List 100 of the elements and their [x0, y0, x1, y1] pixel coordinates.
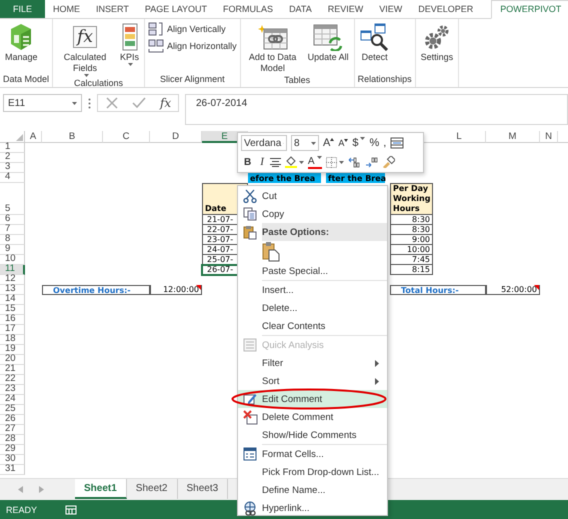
ribbon-tab[interactable]: FORMULAS	[215, 0, 282, 18]
row-header[interactable]: 22	[0, 375, 25, 385]
ribbon-tab[interactable]: HOME	[45, 0, 88, 18]
menu-item[interactable]: Insert...	[238, 281, 387, 299]
align-center-icon[interactable]	[270, 158, 281, 166]
row-header[interactable]: 26	[0, 415, 25, 425]
checkmark-icon[interactable]	[132, 97, 146, 109]
ribbon-tab[interactable]: INSERT	[88, 0, 137, 18]
row-header[interactable]: 18	[0, 335, 25, 345]
macro-record-icon[interactable]	[65, 504, 78, 515]
ribbon-tab[interactable]: POWERPIVOT	[491, 0, 568, 19]
fill-bucket-icon[interactable]	[284, 156, 304, 168]
row-header[interactable]: 28	[0, 435, 25, 445]
button-label: Update All	[308, 52, 349, 63]
menu-item[interactable]: Filter	[238, 354, 387, 372]
row-header[interactable]: 29	[0, 445, 25, 455]
table-icon[interactable]	[390, 137, 404, 149]
button-label: Add to Data Model	[248, 52, 298, 74]
sheet-tab[interactable]: Sheet3	[178, 479, 228, 499]
ribbon-button[interactable]: Update All	[306, 22, 351, 63]
row-header[interactable]: 30	[0, 455, 25, 465]
row-header[interactable]: 5	[0, 183, 25, 215]
formula-input[interactable]: 26-07-2014	[185, 94, 568, 125]
row-header[interactable]: 7	[0, 225, 25, 235]
number-cell: 10:00	[390, 245, 433, 255]
shrink-font-button[interactable]: A	[338, 138, 348, 148]
row-header[interactable]: 21	[0, 365, 25, 375]
ribbon-small-button[interactable]: Align Vertically	[148, 22, 237, 36]
menu-item[interactable]: Delete...	[238, 299, 387, 317]
triangle-icon	[344, 139, 348, 142]
format-cells-icon	[243, 447, 257, 461]
ribbon-button[interactable]: fx Calculated Fields	[56, 22, 114, 77]
row-header[interactable]: 13	[0, 285, 25, 295]
name-box[interactable]: E11	[3, 94, 82, 112]
ribbon-button[interactable]: Manage	[3, 22, 40, 63]
row-header[interactable]: 14	[0, 295, 25, 305]
font-size-field[interactable]: 8	[291, 135, 319, 151]
row-header[interactable]: 27	[0, 425, 25, 435]
row-header[interactable]: 8	[0, 235, 25, 245]
ribbon-small-button[interactable]: Align Horizontally	[148, 39, 237, 53]
ribbon-button[interactable]: Detect	[358, 22, 392, 63]
bold-button[interactable]: B	[241, 156, 254, 168]
row-header[interactable]: 9	[0, 245, 25, 255]
sheet-tab[interactable]: Sheet2	[126, 479, 178, 499]
row-header[interactable]: 24	[0, 395, 25, 405]
row-header[interactable]: 15	[0, 305, 25, 315]
label-cell: Overtime Hours:-	[42, 285, 150, 295]
row-header[interactable]: 11	[0, 265, 25, 275]
menu-item[interactable]: Pick From Drop-down List...	[238, 463, 387, 481]
ribbon-tab[interactable]: REVIEW	[320, 0, 372, 18]
row-header[interactable]: 12	[0, 275, 25, 285]
clipboard-icon[interactable]	[262, 241, 280, 262]
decrease-decimal-icon[interactable]	[364, 156, 378, 168]
menu-item[interactable]: Define Name...	[238, 481, 387, 499]
italic-button[interactable]: I	[258, 156, 266, 168]
number-cell: 9:00	[390, 235, 433, 245]
row-header[interactable]: 31	[0, 465, 25, 475]
file-tab[interactable]: FILE	[0, 0, 46, 18]
button-label: Manage	[5, 52, 38, 63]
row-header[interactable]: 25	[0, 405, 25, 415]
number-cell: 52:00:00	[486, 285, 540, 295]
ribbon-tab[interactable]: PAGE LAYOUT	[136, 0, 216, 18]
font-name-field[interactable]: Verdana	[241, 135, 287, 151]
ribbon-tab[interactable]: DEVELOPER	[410, 0, 482, 18]
increase-decimal-icon[interactable]	[348, 156, 361, 168]
ribbon-button[interactable]: Add to Data Model	[244, 22, 302, 74]
comma-button[interactable]: ,	[383, 137, 386, 149]
font-color-button[interactable]: A	[308, 156, 322, 168]
row-header[interactable]: 17	[0, 325, 25, 335]
percent-button[interactable]: %	[369, 137, 380, 149]
ribbon-tab[interactable]: VIEW	[371, 0, 410, 18]
row-header[interactable]: 2	[0, 153, 25, 163]
ribbon-button[interactable]: KPIs	[118, 22, 142, 66]
caret-icon	[72, 102, 77, 104]
menu-item[interactable]: Clear Contents	[238, 317, 387, 335]
grow-font-button[interactable]: A	[323, 137, 334, 149]
row-header[interactable]: 19	[0, 345, 25, 355]
row-header[interactable]: 6	[0, 215, 25, 225]
row-header[interactable]: 1	[0, 143, 25, 153]
menu-item[interactable]: Sort	[238, 372, 387, 390]
menu-item[interactable]: Show/Hide Comments	[238, 426, 387, 444]
button-label: KPIs	[120, 52, 140, 63]
borders-icon[interactable]	[326, 156, 344, 168]
sheet-tab[interactable]: Sheet1	[75, 479, 127, 499]
paintbrush-icon[interactable]	[382, 156, 395, 168]
row-header[interactable]: 20	[0, 355, 25, 365]
row-header[interactable]: 4	[0, 173, 25, 183]
ribbon-button[interactable]: Settings	[418, 22, 456, 63]
currency-button[interactable]: $	[352, 137, 366, 149]
status-text: READY	[6, 504, 38, 514]
menu-item[interactable]: Format Cells...	[238, 445, 387, 463]
ribbon-tab[interactable]: DATA	[281, 0, 320, 18]
row-header[interactable]: 3	[0, 163, 25, 173]
globe-link-icon	[242, 500, 258, 516]
table-link-icon	[258, 23, 288, 51]
insert-function-button[interactable]: fx	[160, 96, 172, 110]
menu-item[interactable]: Delete Comment	[238, 408, 387, 426]
row-header[interactable]: 16	[0, 315, 25, 325]
menu-item[interactable]: Hyperlink...	[238, 499, 387, 517]
row-header[interactable]: 23	[0, 385, 25, 395]
